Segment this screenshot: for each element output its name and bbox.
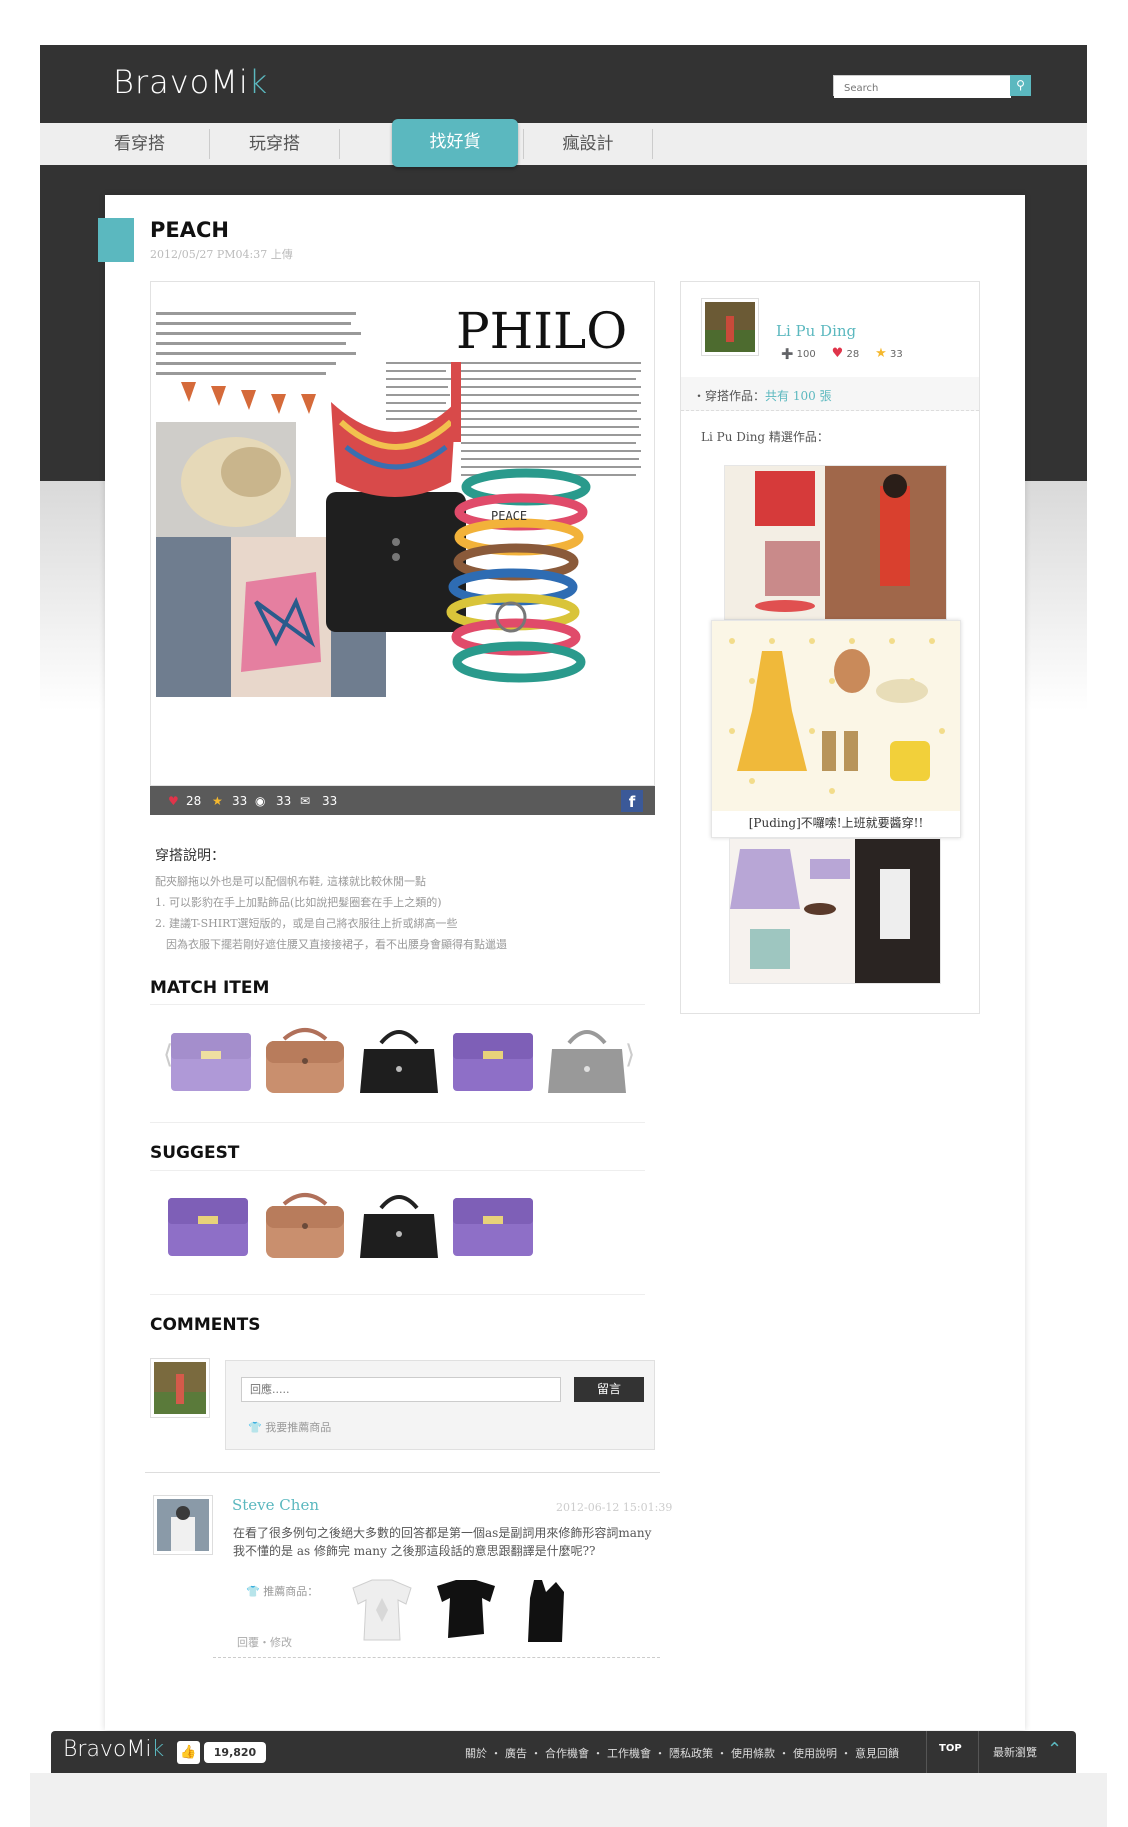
product-black-handbag[interactable]	[544, 1025, 630, 1097]
author-sidebar: Li Pu Ding ➕ 100 ♥ 28 ★ 33 ・穿搭作品：共有 100 …	[680, 281, 980, 1014]
description-line: 因為衣服下擺若剛好遮住腰又直接接裙子，看不出腰身會顯得有點邋遢	[166, 938, 507, 951]
product-white-tee[interactable]	[348, 1578, 416, 1644]
product-black-tee[interactable]	[432, 1578, 500, 1644]
submit-comment-button[interactable]: 留言	[574, 1377, 644, 1402]
product-purple-clutch[interactable]	[168, 1025, 254, 1097]
collage-image: PHILO PEACE	[151, 282, 654, 785]
views-count: 33	[276, 794, 292, 808]
like-count: 19,820	[204, 1742, 266, 1763]
description-line: 配夾腳拖以外也是可以配個帆布鞋, 這樣就比較休閒一點	[155, 875, 426, 888]
heart-icon[interactable]: ♥	[168, 794, 179, 808]
comment-date: 2012-06-12 15:01:39	[556, 1501, 673, 1514]
description-line: 2. 建議T-SHIRT選短版的，或是自己將衣服往上折或綁高一些	[155, 917, 458, 930]
comment-author[interactable]: Steve Chen	[232, 1496, 319, 1514]
magnifier-icon: ⚲	[1016, 78, 1025, 92]
product-tan-satchel[interactable]	[262, 1025, 348, 1097]
author-name[interactable]: Li Pu Ding	[776, 322, 856, 340]
footer-shelf	[30, 1773, 1107, 1827]
author-works-count: ・穿搭作品：共有 100 張	[681, 377, 979, 411]
current-user-avatar	[150, 1358, 210, 1418]
comment-icon[interactable]: ✉	[300, 794, 310, 808]
outfit-description: 穿搭說明： 配夾腳拖以外也是可以配個帆布鞋, 這樣就比較休閒一點 1. 可以影豹…	[155, 845, 507, 955]
back-to-top-button[interactable]: TOP	[939, 1743, 962, 1754]
site-header: BravoMik ⚲	[40, 45, 1087, 123]
match-item-heading: MATCH ITEM	[150, 978, 270, 998]
comment-actions[interactable]: 回覆・修改	[237, 1634, 292, 1650]
comments-heading: COMMENTS	[150, 1315, 261, 1335]
suggest-heading: SUGGEST	[150, 1143, 240, 1163]
eye-icon: ◉	[255, 794, 266, 808]
facebook-share-icon[interactable]: f	[621, 790, 643, 812]
search-box	[833, 75, 1011, 98]
heart-icon: ♥	[831, 346, 844, 361]
site-footer: BravoMik 👍 19,820 關於 ・ 廣告 ・ 合作機會 ・ 工作機會 …	[51, 1731, 1076, 1773]
likes-count: 28	[186, 794, 202, 808]
main-nav: 看穿搭 玩穿搭 找好貨 瘋設計	[40, 119, 1087, 167]
comments-count: 33	[322, 794, 338, 808]
recommend-product-link[interactable]: 👕 我要推薦商品	[248, 1419, 331, 1435]
post-title: PEACH	[150, 218, 229, 242]
footer-links[interactable]: 關於 ・ 廣告 ・ 合作機會 ・ 工作機會 ・ 隱私政策 ・ 使用條款 ・ 使用…	[465, 1745, 899, 1761]
facebook-like-icon[interactable]: 👍	[177, 1741, 200, 1764]
search-input[interactable]	[834, 79, 1011, 98]
stars-count: 33	[232, 794, 248, 808]
shirt-icon: 👕	[246, 1585, 260, 1598]
product-purple-clutch[interactable]	[450, 1025, 536, 1097]
product-tan-satchel[interactable]	[262, 1190, 348, 1262]
nav-item-play[interactable]: 玩穿搭	[210, 129, 340, 159]
nav-item-look[interactable]: 看穿搭	[70, 129, 210, 159]
author-stats: ➕ 100 ♥ 28 ★ 33	[781, 346, 903, 361]
title-accent	[98, 218, 134, 262]
author-avatar[interactable]	[701, 298, 759, 356]
star-icon: ★	[875, 346, 887, 361]
site-logo[interactable]: BravoMik	[113, 63, 268, 101]
outfit-collage[interactable]: PHILO PEACE	[150, 281, 655, 786]
description-heading: 穿搭說明：	[155, 848, 225, 864]
product-purple-clutch[interactable]	[450, 1190, 536, 1262]
star-icon[interactable]: ★	[212, 794, 223, 808]
featured-work-caption: [Puding]不囉嗦!上班就要醬穿!!	[748, 816, 924, 830]
selected-works-label: Li Pu Ding 精選作品：	[701, 430, 829, 444]
product-black-handbag[interactable]	[356, 1025, 442, 1097]
search-button[interactable]: ⚲	[1010, 75, 1031, 96]
comment-body: 在看了很多例句之後絕大多數的回答都是第一個as是副詞用來修飾形容詞many 我不懂…	[233, 1526, 652, 1558]
product-black-tank[interactable]	[516, 1578, 576, 1644]
double-chevron-up-icon[interactable]: ⌃	[1047, 1739, 1062, 1760]
comment-form: 留言 👕 我要推薦商品	[225, 1360, 655, 1450]
nav-item-shop[interactable]: 找好貨	[392, 119, 518, 167]
post-stats-bar: ♥ 28 ★ 33 ◉ 33 ✉ 33 f	[150, 786, 655, 815]
description-line: 1. 可以影豹在手上加點飾品(比如說把髮圈套在手上之類的)	[155, 896, 442, 909]
product-black-handbag[interactable]	[356, 1190, 442, 1262]
shirt-icon: 👕	[248, 1421, 262, 1434]
collage-headline: PHILO	[456, 302, 627, 360]
work-thumbnail[interactable]	[729, 838, 941, 984]
work-thumbnail[interactable]	[724, 465, 947, 620]
bracelet-text: PEACE	[491, 509, 527, 523]
commenter-avatar	[153, 1495, 213, 1555]
recently-viewed-button[interactable]: 最新瀏覽	[993, 1744, 1037, 1760]
nav-item-design[interactable]: 瘋設計	[523, 129, 653, 159]
featured-work-thumbnail[interactable]: [Puding]不囉嗦!上班就要醬穿!!	[711, 620, 961, 838]
post-date: 2012/05/27 PM04:37 上傳	[150, 248, 293, 261]
plus-icon[interactable]: ➕	[781, 349, 793, 360]
comment-input[interactable]	[241, 1377, 561, 1402]
product-purple-clutch[interactable]	[165, 1190, 251, 1262]
recommended-products-label: 👕 推薦商品：	[246, 1585, 319, 1598]
footer-logo[interactable]: BravoMik	[63, 1737, 164, 1762]
